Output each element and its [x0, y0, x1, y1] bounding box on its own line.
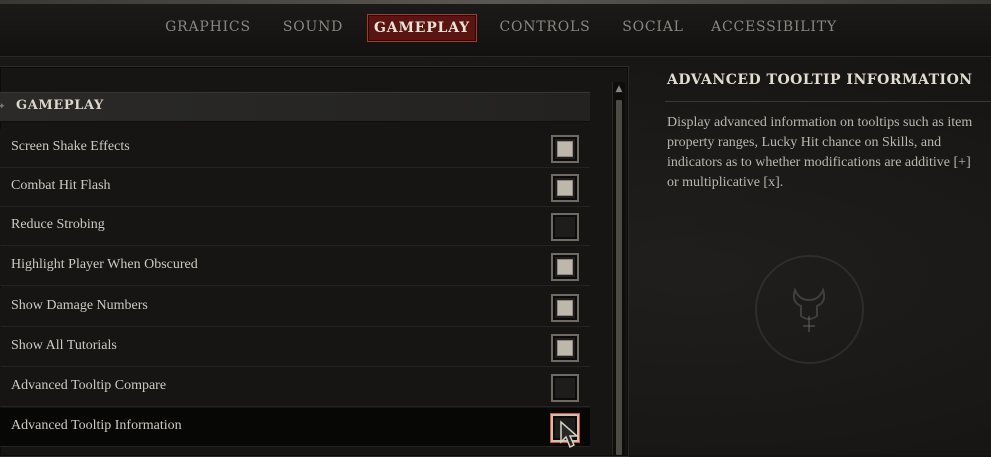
info-divider	[665, 101, 991, 102]
mouse-cursor-icon	[560, 420, 579, 449]
tabbar-top-border	[0, 0, 991, 4]
scroll-up-arrow-icon[interactable]: ▲	[613, 82, 625, 96]
setting-label: Screen Shake Effects	[11, 139, 130, 154]
setting-label: Show Damage Numbers	[11, 298, 148, 313]
setting-label: Advanced Tooltip Compare	[11, 378, 167, 393]
setting-checkbox[interactable]	[551, 174, 579, 202]
emblem-watermark-icon	[755, 255, 864, 364]
setting-label: Combat Hit Flash	[11, 178, 111, 193]
checkbox-checkmark	[557, 141, 573, 157]
setting-row[interactable]: Combat Hit Flash	[0, 168, 590, 207]
settings-tab-bar: GRAPHICS SOUND GAMEPLAY CONTROLS SOCIAL …	[0, 0, 991, 57]
setting-checkbox[interactable]	[551, 253, 579, 281]
setting-row[interactable]: Reduce Strobing	[0, 207, 590, 246]
setting-checkbox[interactable]	[551, 135, 579, 163]
setting-row[interactable]: Show Damage Numbers	[0, 288, 590, 327]
tab-gameplay[interactable]: GAMEPLAY	[367, 14, 477, 42]
setting-label: Highlight Player When Obscured	[11, 257, 198, 272]
tab-controls[interactable]: CONTROLS	[494, 14, 596, 40]
scrollbar[interactable]: ▲	[612, 82, 625, 455]
checkbox-checkmark	[557, 259, 573, 275]
setting-checkbox[interactable]	[551, 374, 579, 402]
tab-accessibility[interactable]: ACCESSIBILITY	[708, 14, 840, 40]
setting-row[interactable]: Advanced Tooltip Information	[0, 408, 590, 447]
tab-graphics[interactable]: GRAPHICS	[158, 14, 258, 40]
setting-row[interactable]: Show All Tutorials	[0, 328, 590, 367]
tab-sound[interactable]: SOUND	[275, 14, 351, 40]
setting-label: Reduce Strobing	[11, 217, 105, 232]
setting-label: Show All Tutorials	[11, 338, 117, 353]
checkbox-checkmark	[557, 300, 573, 316]
tab-social[interactable]: SOCIAL	[614, 14, 692, 40]
section-collapse-icon: ✦	[0, 102, 6, 112]
info-title: ADVANCED TOOLTIP INFORMATION	[667, 72, 973, 88]
setting-row[interactable]: Screen Shake Effects	[0, 129, 590, 168]
setting-label: Advanced Tooltip Information	[11, 418, 182, 433]
setting-row[interactable]: Highlight Player When Obscured	[0, 247, 590, 286]
horned-skull-icon	[792, 287, 826, 332]
setting-checkbox[interactable]	[551, 213, 579, 241]
setting-row[interactable]: Advanced Tooltip Compare	[0, 368, 590, 407]
checkbox-checkmark	[557, 340, 573, 356]
setting-checkbox[interactable]	[551, 334, 579, 362]
setting-checkbox[interactable]	[551, 294, 579, 322]
section-title: GAMEPLAY	[16, 98, 104, 113]
info-description: Display advanced information on tooltips…	[667, 115, 973, 190]
section-header-gameplay[interactable]: ✦ GAMEPLAY	[0, 92, 590, 122]
scroll-thumb[interactable]	[616, 100, 622, 455]
checkbox-checkmark	[557, 180, 573, 196]
